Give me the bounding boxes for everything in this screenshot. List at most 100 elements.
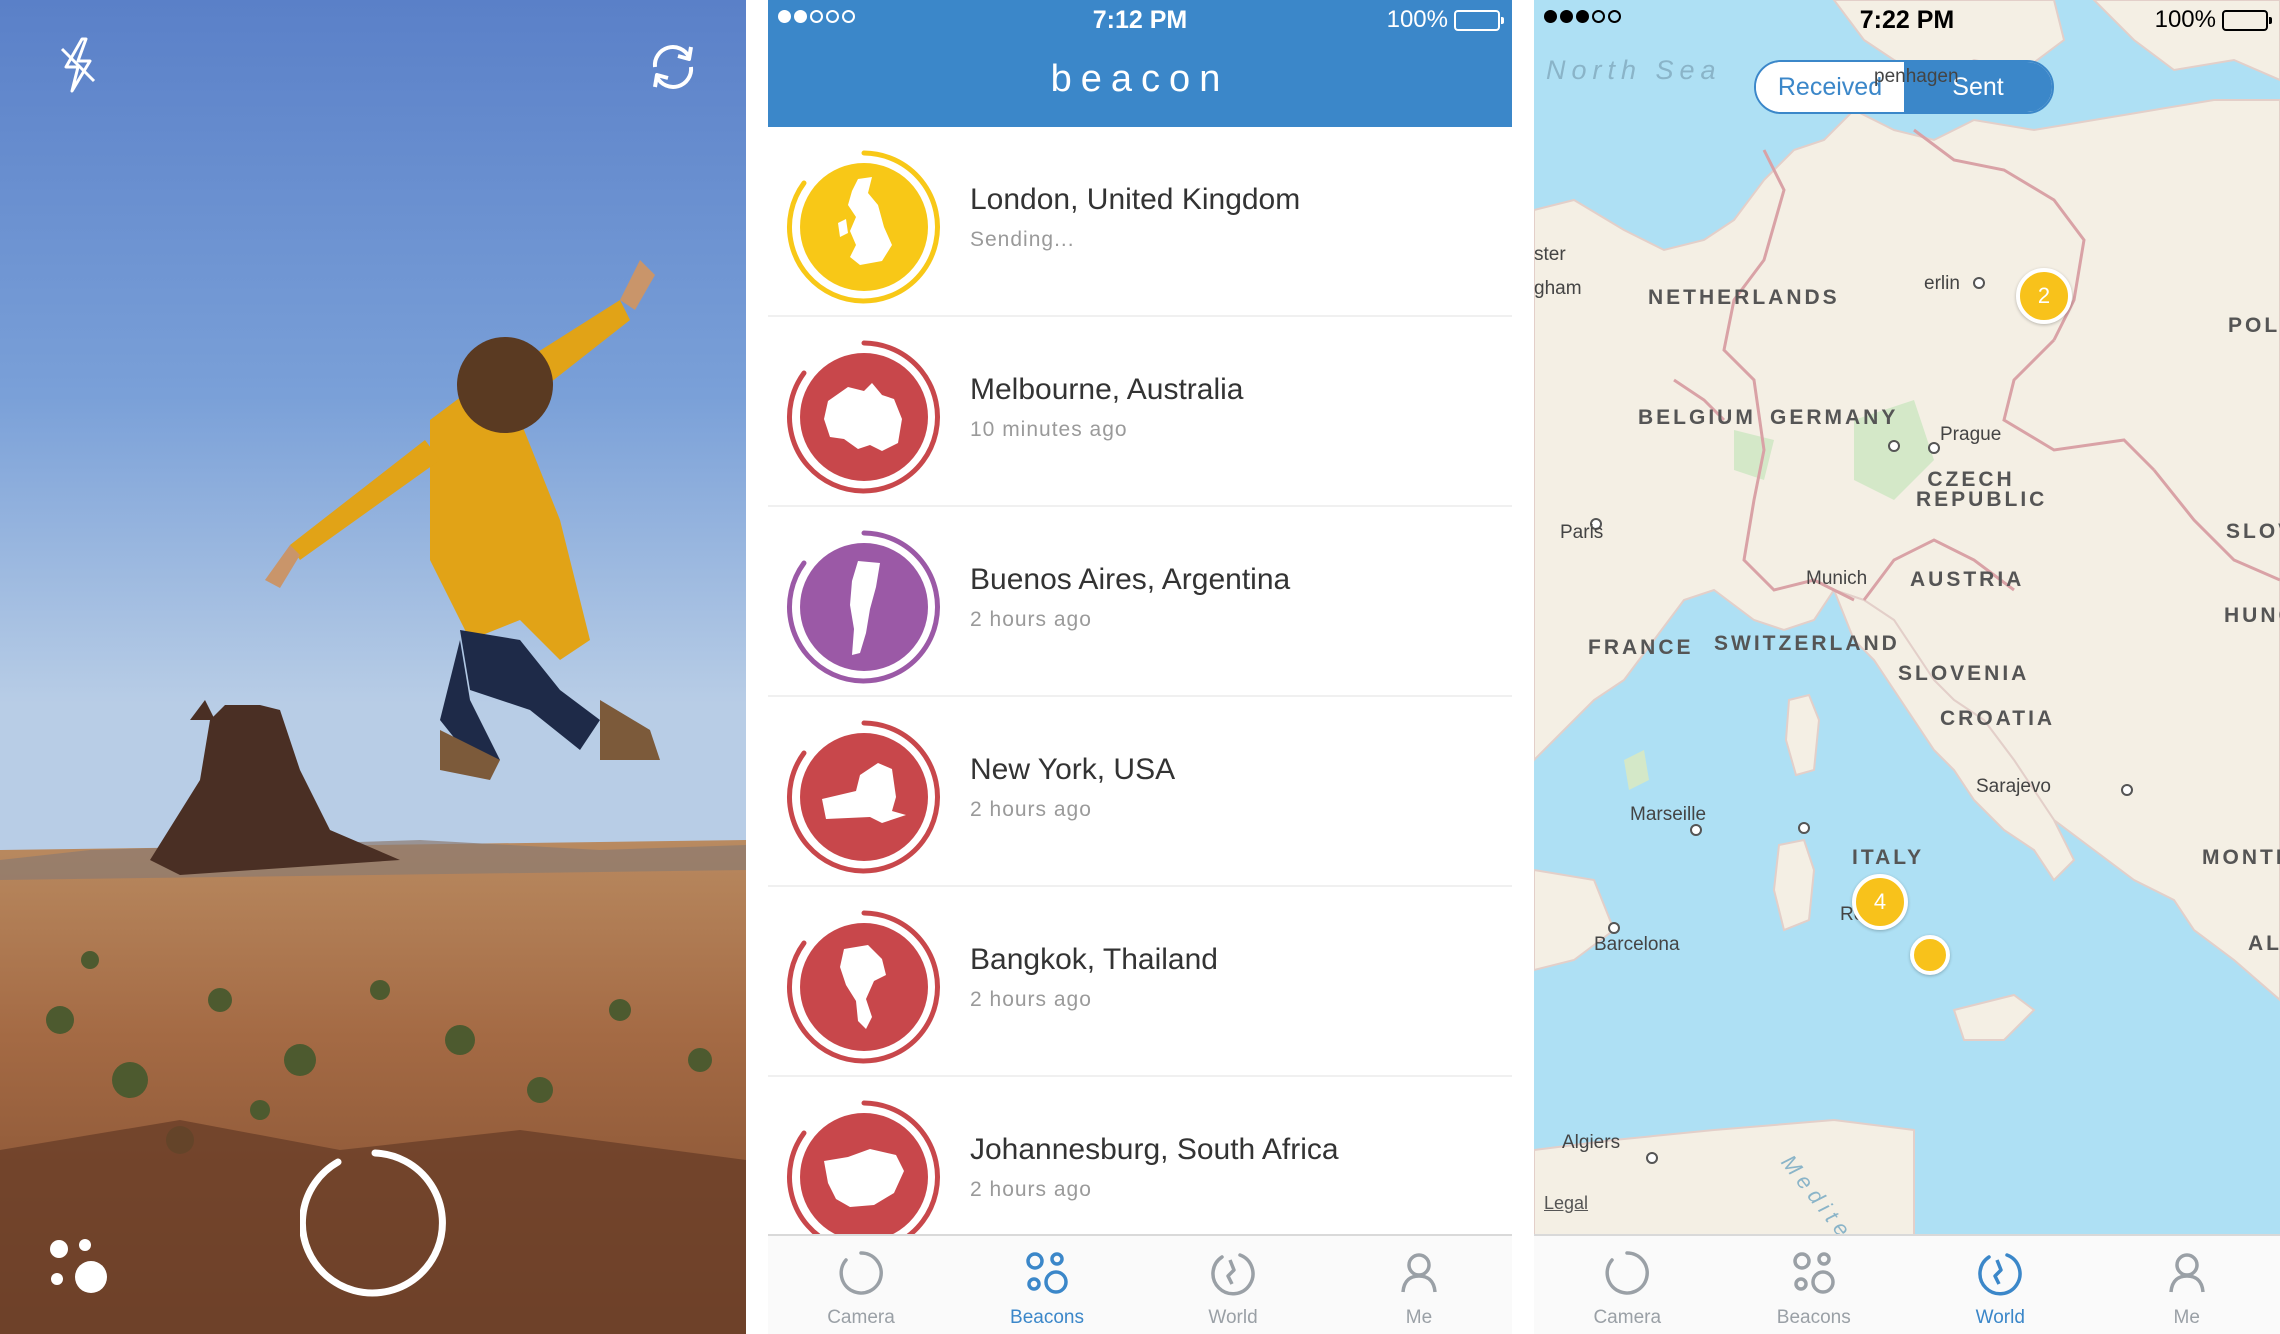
beacon-row[interactable]: London, United Kingdom Sending... [768,127,1512,317]
country-austria: AUSTRIA [1910,568,2025,591]
country-belgium: BELGIUM [1638,406,1756,429]
country-france: FRANCE [1588,636,1694,659]
south-africa-map-icon [787,1100,940,1254]
country-poland: POL [2228,314,2280,337]
shutter-button[interactable] [300,1148,450,1298]
beacon-badge [786,339,942,495]
country-germany: GERMANY [1770,406,1899,429]
battery-percent: 100% [1386,6,1448,33]
beacons-dots-icon [1791,1250,1837,1301]
beacon-cluster-berlin[interactable]: 2 [2016,268,2072,324]
tab-camera[interactable]: Camera [768,1236,954,1334]
camera-ring-icon [838,1250,884,1301]
camera-screen [0,0,746,1334]
status-bar: 7:22 PM 100% [1534,0,2280,40]
tab-bar: Camera Beacons World Me [768,1234,1512,1334]
beacon-badge [786,1099,942,1255]
beacon-status: 10 minutes ago [970,418,1128,441]
beacon-row[interactable]: Melbourne, Australia 10 minutes ago [768,317,1512,507]
shutter-ring-icon [300,1149,446,1297]
city-berlin: erlin [1924,273,1960,294]
tab-label: World [1975,1307,2025,1328]
country-italy: ITALY [1852,846,1925,869]
city-munich: Munich [1806,568,1868,589]
city-algiers: Algiers [1562,1132,1621,1153]
beacon-city: Bangkok, Thailand [970,943,1218,976]
beacon-badge [786,149,942,305]
world-screen: 7:22 PM 100% North Sea Mediterranean Sea… [1534,0,2280,1334]
world-icon [1210,1250,1256,1301]
sea-label-north: North Sea [1546,55,1722,85]
beacon-marker[interactable] [1910,935,1950,975]
tab-label: World [1208,1307,1258,1328]
tab-beacons[interactable]: Beacons [1721,1236,1908,1334]
tab-label: Beacons [1776,1307,1851,1328]
camera-flip-button[interactable] [638,34,708,100]
tab-world[interactable]: World [1907,1236,2094,1334]
city-marseille: Marseille [1630,804,1707,825]
tab-world[interactable]: World [1140,1236,1326,1334]
country-netherlands: NETHERLANDS [1648,286,1840,309]
beacon-badge [786,909,942,1065]
beacons-screen: 7:12 PM 100% beacon London, United Kingd… [768,0,1512,1334]
tab-camera[interactable]: Camera [1534,1236,1721,1334]
beacon-status: 2 hours ago [970,608,1092,631]
person-icon [2164,1250,2210,1301]
australia-map-icon [787,340,940,494]
country-croatia: CROATIA [1940,707,2056,730]
app-title: beacon [1050,58,1230,100]
tab-me[interactable]: Me [2094,1236,2280,1334]
beacon-row[interactable]: New York, USA 2 hours ago [768,697,1512,887]
beacon-badge [786,719,942,875]
beacon-row[interactable]: Buenos Aires, Argentina 2 hours ago [768,507,1512,697]
beacon-city: Buenos Aires, Argentina [970,563,1291,596]
beacon-status: 2 hours ago [970,798,1092,821]
filter-dots-icon [50,1239,107,1293]
legal-link[interactable]: Legal [1544,1193,1588,1214]
country-czech-republic: CZECH REPUBLIC [1916,468,2048,511]
beacon-status: 2 hours ago [970,1178,1092,1201]
beacons-dots-icon [1024,1250,1070,1301]
tab-beacons[interactable]: Beacons [954,1236,1140,1334]
city-copenhagen: penhagen [1874,66,1959,87]
argentina-map-icon [787,530,940,684]
status-bar: 7:12 PM 100% [768,0,1512,40]
tab-label: Me [1405,1307,1433,1328]
city-edge-1: ster [1534,244,1566,265]
tab-label: Camera [827,1307,895,1328]
city-prague: Prague [1940,424,2002,445]
world-icon [1977,1250,2023,1301]
beacon-status: 2 hours ago [970,988,1092,1011]
beacon-city: Johannesburg, South Africa [970,1133,1339,1166]
city-paris: Paris [1560,522,1604,543]
country-montenegro: MONTE [2202,846,2280,869]
country-slovenia: SLOVENIA [1898,662,2030,685]
country-albania: AL [2248,932,2280,955]
tab-label: Beacons [1010,1307,1084,1328]
beacon-city: London, United Kingdom [970,183,1301,216]
tab-me[interactable]: Me [1326,1236,1512,1334]
city-sarajevo: Sarajevo [1976,776,2051,797]
tab-label: Me [2173,1307,2200,1328]
tab-label: Camera [1593,1307,1662,1328]
filters-button[interactable] [40,1232,120,1302]
battery-icon [1454,9,1504,31]
beacon-city: Melbourne, Australia [970,373,1244,406]
country-switzerland: SWITZERLAND [1714,632,1900,655]
flash-off-icon [60,37,96,93]
battery-percent: 100% [2154,6,2216,33]
tab-bar: Camera Beacons World Me [1534,1234,2280,1334]
app-header: 7:12 PM 100% beacon [768,0,1512,127]
united-kingdom-map-icon [787,150,940,304]
new-york-map-icon [787,720,940,874]
person-icon [1396,1250,1442,1301]
beacon-row[interactable]: Bangkok, Thailand 2 hours ago [768,887,1512,1077]
beacon-city: New York, USA [970,753,1176,786]
beacon-cluster-rome[interactable]: 4 [1852,874,1908,930]
country-slovakia: SLOV [2226,520,2280,543]
beacon-status: Sending... [970,228,1075,251]
camera-viewfinder-photo [0,0,746,1334]
flash-off-button[interactable] [48,30,108,100]
battery-icon [2222,9,2272,31]
thailand-map-icon [787,910,940,1064]
